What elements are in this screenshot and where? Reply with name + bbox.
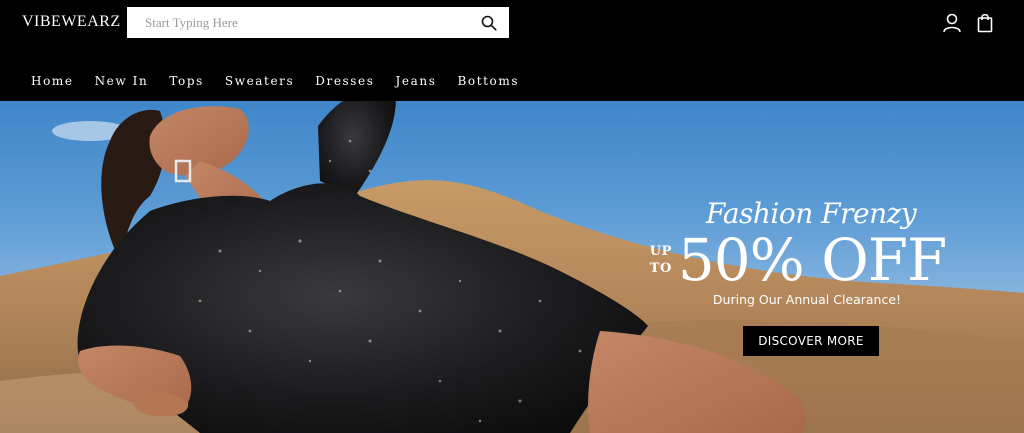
user-icon [943, 13, 961, 33]
search-bar [127, 7, 509, 38]
promo-subtext: During Our Annual Clearance! [712, 292, 902, 307]
search-input[interactable] [127, 7, 469, 38]
search-icon [481, 15, 497, 31]
promo-offer: UP TO 50% OFF [636, 228, 960, 292]
shopping-bag-icon [977, 13, 993, 33]
site-header: VIBEWEARZ Home New In Tops Sweaters Dres… [0, 0, 1024, 101]
nav-item-jeans[interactable]: Jeans [396, 74, 437, 88]
search-button[interactable] [469, 7, 509, 38]
hero-banner: Fashion Frenzy UP TO 50% OFF During Our … [0, 101, 1024, 433]
nav-item-sweaters[interactable]: Sweaters [225, 74, 294, 88]
discover-more-button[interactable]: DISCOVER MORE [743, 326, 879, 356]
promo-upto-line-1: UP [649, 244, 672, 259]
nav-item-bottoms[interactable]: Bottoms [457, 74, 519, 88]
account-button[interactable] [942, 12, 962, 34]
cart-button[interactable] [975, 12, 995, 34]
nav-item-tops[interactable]: Tops [169, 74, 204, 88]
promo-upto-line-2: TO [649, 261, 672, 276]
promo-headline: 50% OFF [677, 226, 947, 294]
nav-item-new-in[interactable]: New In [95, 74, 149, 88]
promo-upto: UP TO [650, 243, 672, 277]
nav-item-dresses[interactable]: Dresses [315, 74, 374, 88]
nav-item-home[interactable]: Home [31, 74, 74, 88]
main-nav: Home New In Tops Sweaters Dresses Jeans … [31, 74, 540, 88]
site-logo[interactable]: VIBEWEARZ [22, 13, 121, 31]
promo-block: Fashion Frenzy UP TO 50% OFF During Our … [640, 197, 960, 356]
